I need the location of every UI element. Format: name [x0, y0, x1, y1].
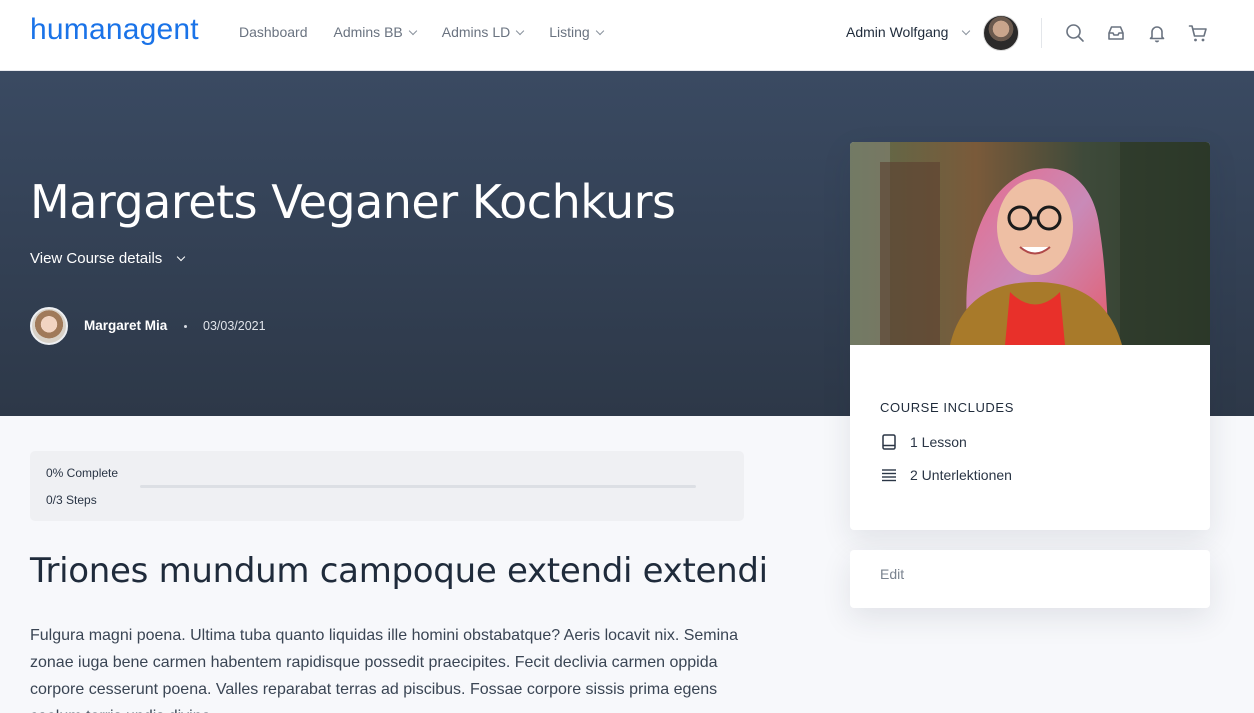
chevron-down-icon	[177, 252, 186, 262]
nav-item-label: Admins BB	[333, 24, 403, 40]
separator-dot	[184, 325, 187, 328]
book-icon	[882, 434, 896, 450]
chevron-down-icon	[408, 26, 417, 35]
inbox-icon[interactable]	[1105, 22, 1127, 44]
user-avatar[interactable]	[983, 15, 1019, 51]
search-icon[interactable]	[1064, 22, 1086, 44]
edit-card: Edit	[850, 550, 1210, 608]
chevron-down-icon	[515, 26, 525, 35]
progress-bar	[140, 485, 696, 488]
nav-item-admins-ld[interactable]: Admins LD	[441, 24, 525, 40]
course-include-label: 2 Unterlektionen	[910, 467, 1012, 483]
nav-item-dashboard[interactable]: Dashboard	[239, 24, 308, 40]
course-title: Margarets Veganer Kochkurs	[30, 175, 676, 229]
list-icon	[882, 469, 896, 482]
author-avatar[interactable]	[30, 307, 68, 345]
main-menu: Dashboard Admins BB Admins LD Listing	[239, 24, 629, 40]
nav-item-label: Listing	[549, 24, 590, 40]
user-menu[interactable]: Admin Wolfgang	[846, 24, 971, 40]
site-logo[interactable]: humanagent	[30, 13, 199, 47]
bell-icon[interactable]	[1146, 22, 1168, 44]
course-include-label: 1 Lesson	[910, 434, 967, 450]
course-include-lessons: 1 Lesson	[880, 433, 967, 451]
course-includes-card: COURSE INCLUDES 1 Lesson 2 Unterlektione…	[850, 142, 1210, 530]
course-date: 03/03/2021	[203, 319, 266, 333]
nav-item-admins-bb[interactable]: Admins BB	[333, 24, 417, 40]
progress-steps-label: 0/3 Steps	[46, 493, 97, 507]
user-name: Admin Wolfgang	[846, 24, 949, 40]
course-include-topics: 2 Unterlektionen	[880, 466, 1012, 484]
nav-item-listing[interactable]: Listing	[549, 24, 604, 40]
divider	[1041, 18, 1042, 48]
course-progress: 0% Complete 0/3 Steps	[30, 451, 744, 521]
content-heading: Triones mundum campoque extendi extendi	[30, 551, 768, 591]
edit-link[interactable]: Edit	[880, 566, 904, 582]
nav-item-label: Dashboard	[239, 24, 308, 40]
view-course-details-toggle[interactable]: View Course details	[30, 250, 186, 267]
progress-percent-label: 0% Complete	[46, 466, 119, 480]
chevron-down-icon	[962, 26, 971, 35]
cart-icon[interactable]	[1187, 22, 1209, 44]
content-paragraph: Fulgura magni poena. Ultima tuba quanto …	[30, 627, 738, 713]
author-name[interactable]: Margaret Mia	[84, 318, 167, 333]
top-navigation-bar: humanagent Dashboard Admins BB Admins LD…	[0, 0, 1254, 71]
course-includes-heading: COURSE INCLUDES	[880, 400, 1014, 415]
view-course-details-label: View Course details	[30, 250, 163, 267]
chevron-down-icon	[595, 26, 604, 35]
nav-item-label: Admins LD	[441, 24, 511, 40]
course-featured-image	[850, 142, 1210, 345]
